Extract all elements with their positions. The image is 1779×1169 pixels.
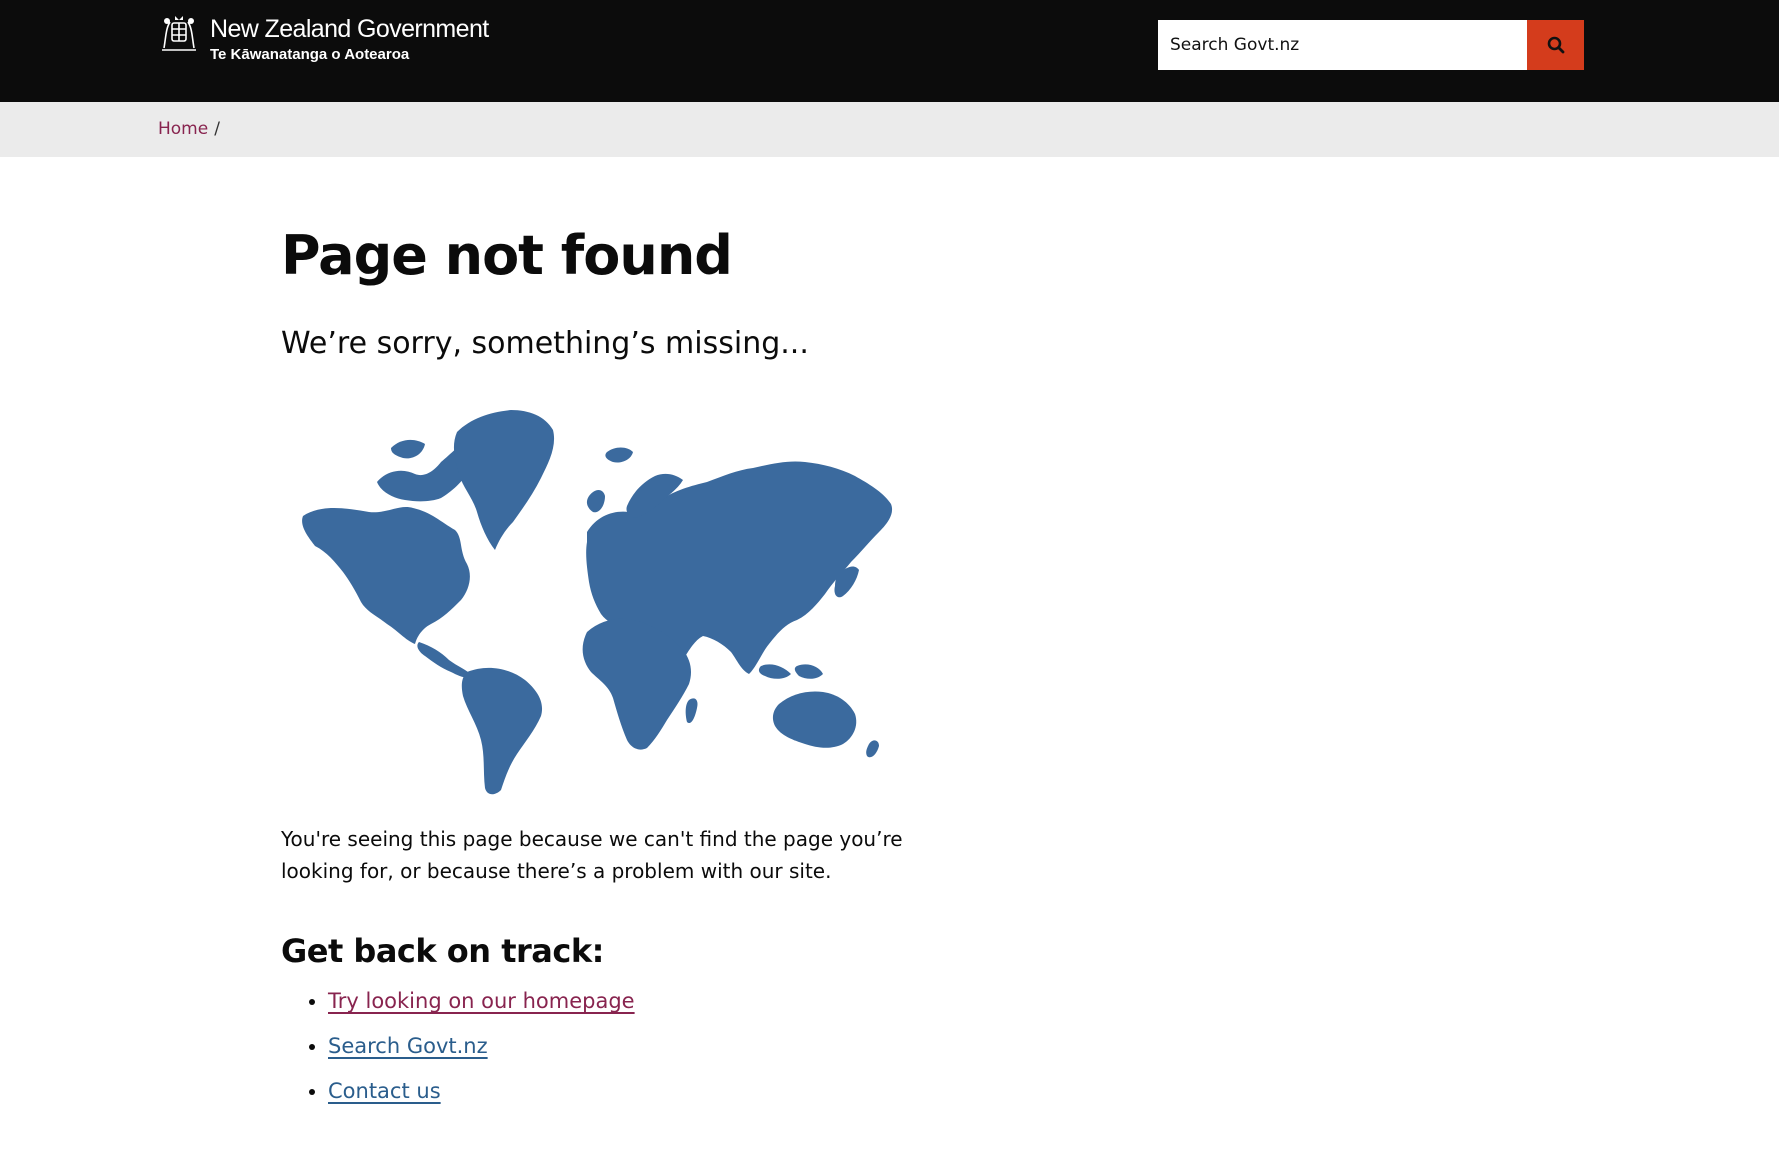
contact-us-link[interactable]: Contact us bbox=[328, 1079, 441, 1103]
site-header: New Zealand Government Te Kāwanatanga o … bbox=[0, 0, 1779, 102]
page-title: Page not found bbox=[281, 224, 733, 287]
lead-text: We’re sorry, something’s missing... bbox=[281, 326, 809, 361]
main-content: Page not found We’re sorry, something’s … bbox=[281, 216, 981, 1124]
coat-of-arms-icon bbox=[162, 16, 196, 51]
search-govt-link[interactable]: Search Govt.nz bbox=[328, 1034, 488, 1058]
world-map-shapes bbox=[302, 410, 893, 795]
nz-government-logo[interactable]: New Zealand Government Te Kāwanatanga o … bbox=[158, 14, 489, 64]
help-links-list: Try looking on our homepage Search Govt.… bbox=[281, 989, 981, 1103]
search-form bbox=[1158, 20, 1584, 70]
list-item: Contact us bbox=[328, 1079, 981, 1103]
breadcrumb-separator: / bbox=[214, 119, 220, 139]
explanation-text: You're seeing this page because we can't… bbox=[281, 827, 903, 883]
get-back-heading: Get back on track: bbox=[281, 932, 604, 970]
search-icon bbox=[1547, 36, 1564, 54]
breadcrumb-home-link[interactable]: Home bbox=[158, 119, 208, 139]
logo-subtitle: Te Kāwanatanga o Aotearoa bbox=[210, 46, 410, 63]
homepage-link[interactable]: Try looking on our homepage bbox=[328, 989, 635, 1013]
world-map-illustration bbox=[302, 410, 893, 795]
search-button[interactable] bbox=[1527, 20, 1584, 70]
search-input[interactable] bbox=[1158, 20, 1527, 70]
breadcrumb-bar: Home / bbox=[0, 102, 1779, 157]
logo-title: New Zealand Government bbox=[210, 15, 489, 43]
list-item: Search Govt.nz bbox=[328, 1034, 981, 1058]
list-item: Try looking on our homepage bbox=[328, 989, 981, 1013]
breadcrumb: Home / bbox=[158, 118, 220, 140]
